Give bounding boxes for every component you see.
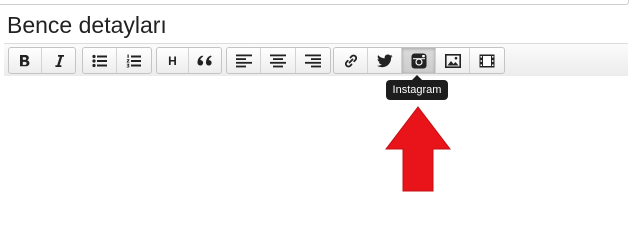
previous-field-border: [0, 0, 629, 5]
instagram-icon: [411, 53, 427, 69]
align-left-icon: [235, 54, 252, 68]
block-group: H: [156, 47, 222, 74]
bulleted-list-button[interactable]: [83, 48, 117, 73]
numbered-list-button[interactable]: [117, 48, 151, 73]
twitter-icon: [376, 54, 393, 68]
numbered-list-icon: [126, 54, 142, 68]
instagram-tooltip: Instagram: [386, 75, 448, 100]
embed-group: [333, 47, 505, 74]
heading-icon: H: [168, 53, 177, 68]
link-button[interactable]: [334, 48, 368, 73]
up-arrow-icon: [384, 106, 452, 197]
format-group: [8, 47, 76, 74]
bold-button[interactable]: [9, 48, 42, 73]
quote-button[interactable]: [189, 48, 221, 73]
align-left-button[interactable]: [227, 48, 262, 73]
heading-button[interactable]: H: [157, 48, 189, 73]
bold-icon: [19, 54, 31, 68]
editor-toolbar: H: [4, 43, 628, 76]
list-group: [82, 47, 152, 74]
align-center-button[interactable]: [261, 48, 296, 73]
alignment-group: [226, 47, 331, 74]
field-title: Bence detayları: [7, 12, 167, 38]
image-button[interactable]: [436, 48, 470, 73]
align-center-icon: [270, 54, 287, 68]
twitter-button[interactable]: [368, 48, 402, 73]
video-button[interactable]: [470, 48, 504, 73]
italic-icon: [53, 54, 65, 68]
image-icon: [444, 53, 461, 68]
align-right-button[interactable]: [296, 48, 330, 73]
align-right-icon: [304, 54, 321, 68]
video-icon: [479, 54, 495, 68]
quote-icon: [197, 55, 213, 67]
bulleted-list-icon: [91, 54, 108, 68]
instagram-button[interactable]: [402, 48, 436, 73]
italic-button[interactable]: [42, 48, 75, 73]
link-icon: [343, 53, 359, 69]
